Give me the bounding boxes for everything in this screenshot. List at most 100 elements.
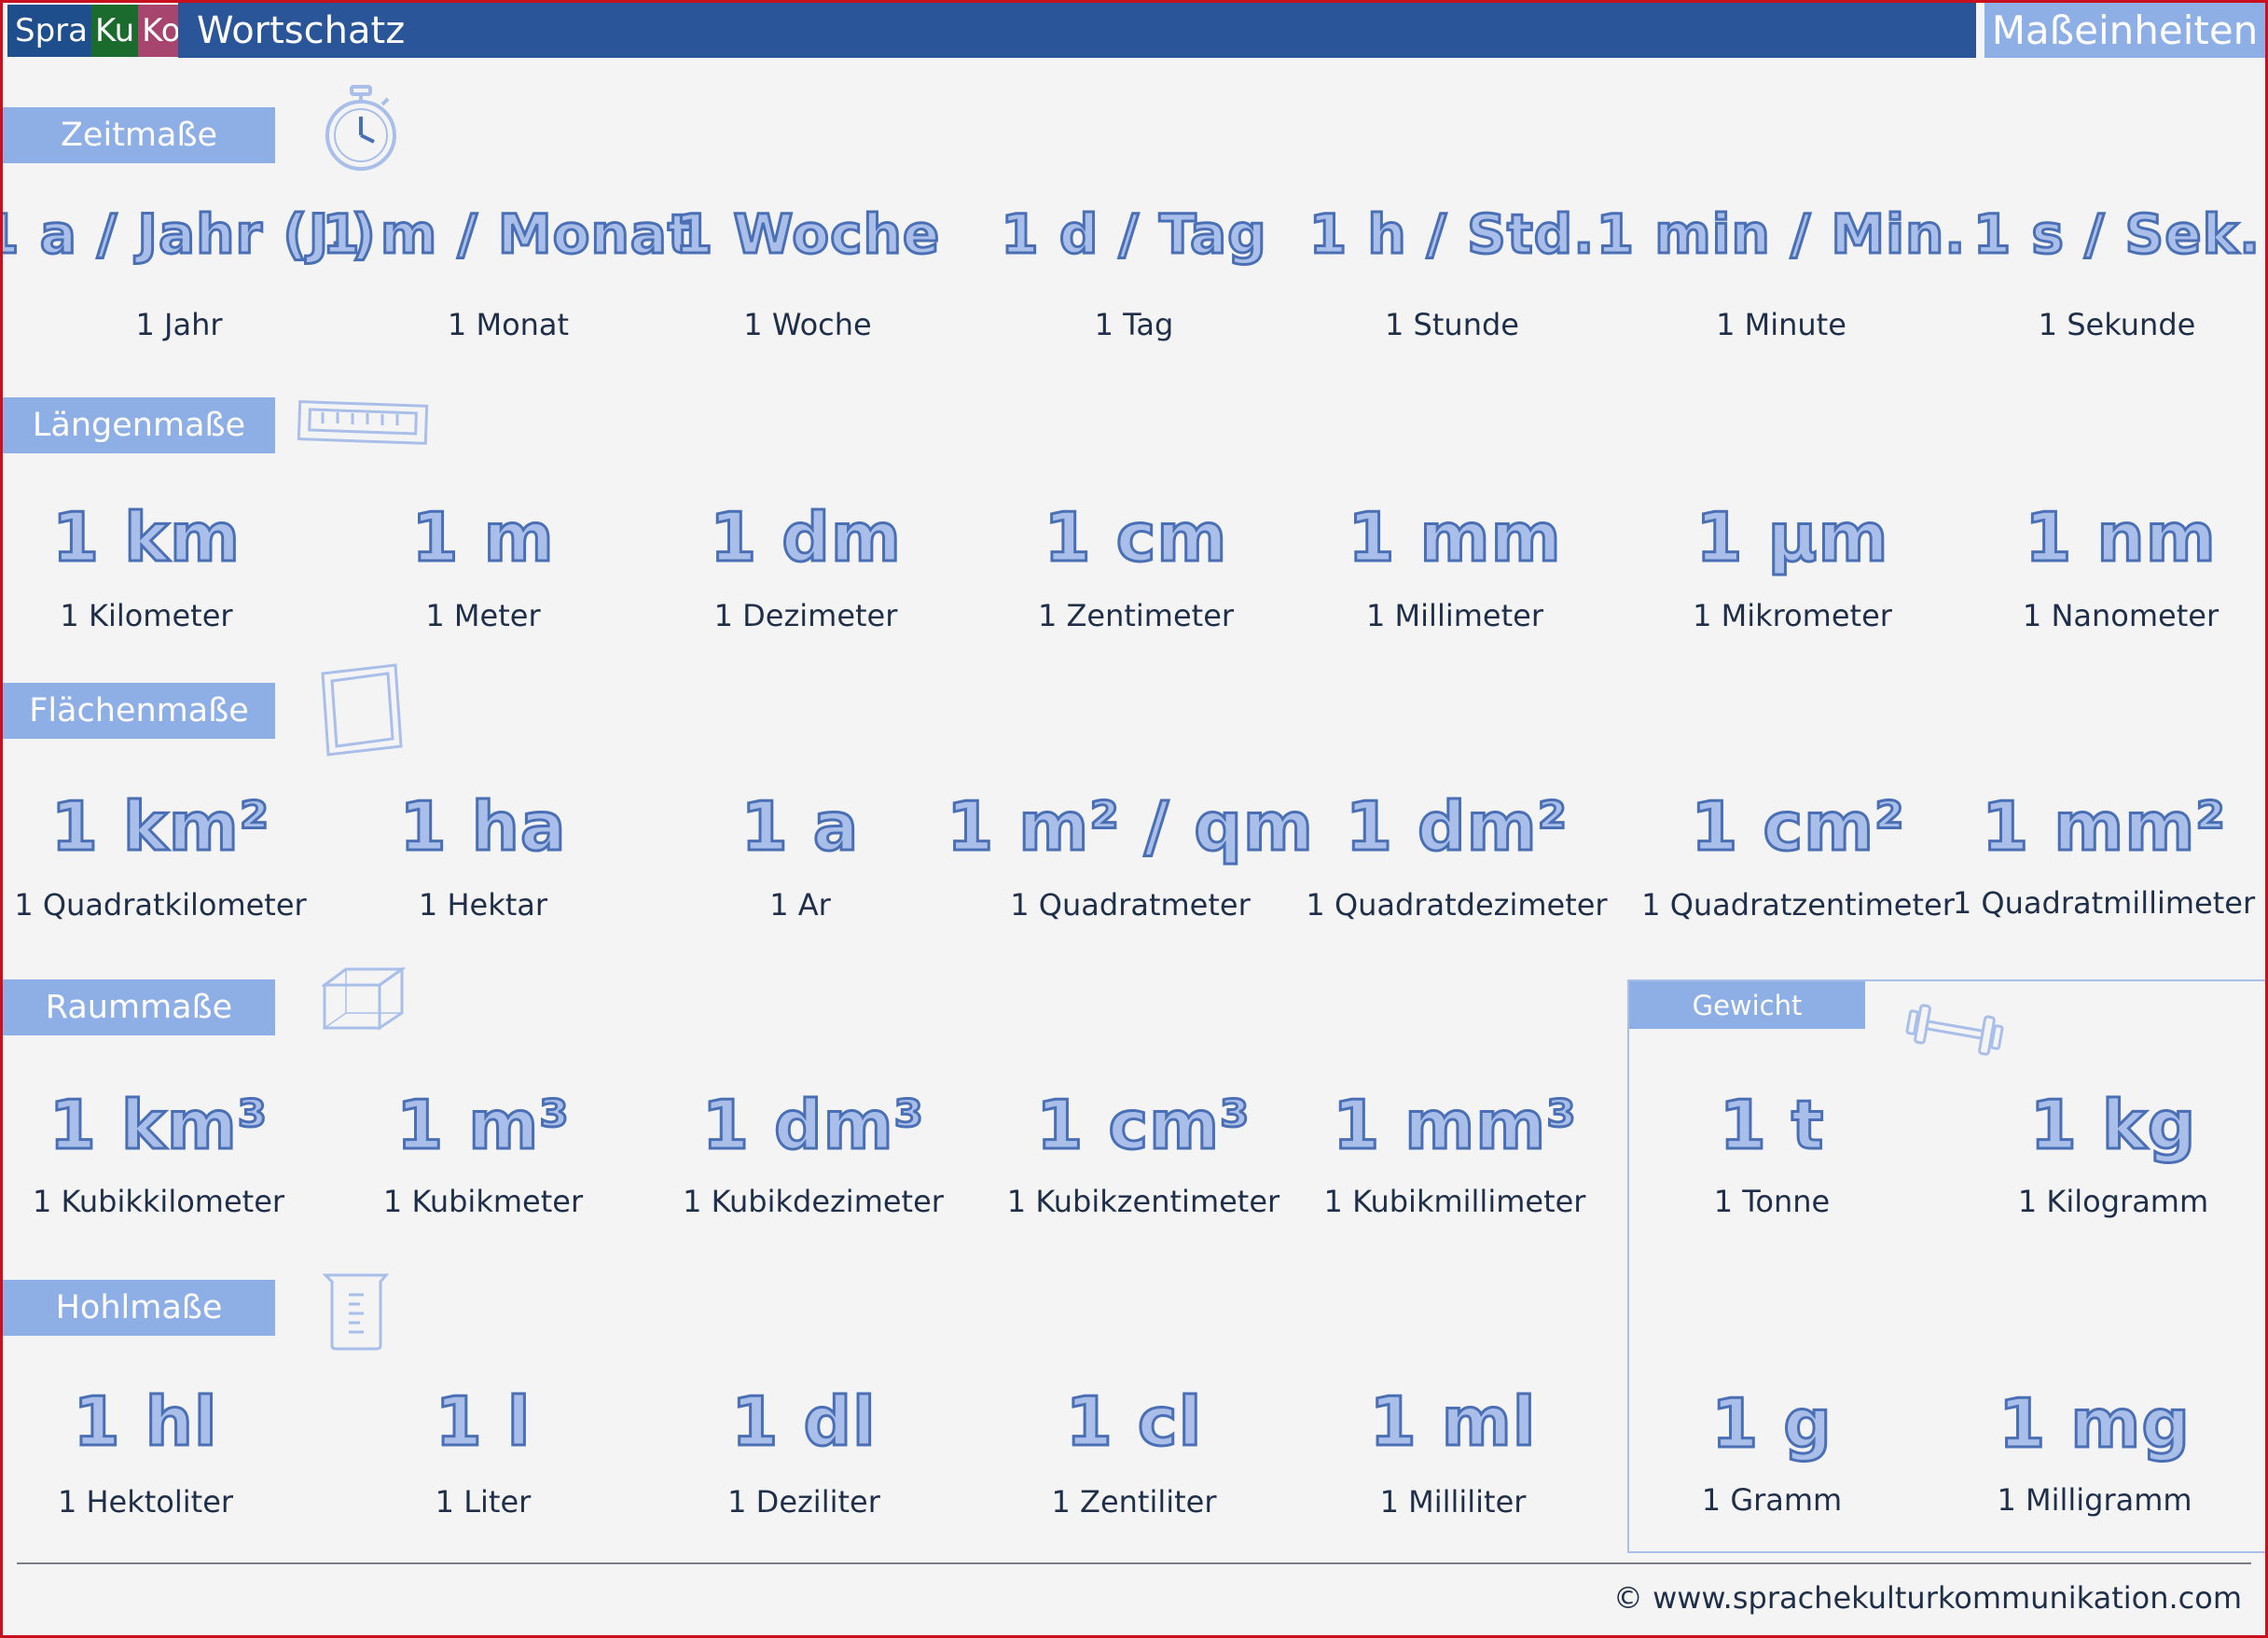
unit-zentiliter: 1 cl 1 Zentiliter xyxy=(1051,1387,1217,1520)
unit-symbol: 1 dl xyxy=(730,1382,877,1461)
section-label-zeitmasse: Zeitmaße xyxy=(3,107,275,163)
unit-symbol: 1 min / Min. xyxy=(1595,202,1967,266)
unit-name: 1 Millimeter xyxy=(1366,598,1543,633)
unit-symbol: 1 mm xyxy=(1347,498,1562,576)
square-icon xyxy=(319,662,405,757)
unit-name: 1 Kubikmeter xyxy=(382,1184,584,1219)
unit-name: 1 Dezimeter xyxy=(713,598,898,633)
unit-symbol: 1 mm² xyxy=(1981,787,2227,866)
unit-symbol: 1 a / Jahr (J.) xyxy=(0,202,377,266)
unit-monat: 1 m / Monat 1 Monat xyxy=(321,206,695,340)
unit-name: 1 Mikrometer xyxy=(1693,598,1892,633)
unit-name: 1 Quadratmeter xyxy=(1010,887,1251,923)
beaker-icon xyxy=(323,1270,390,1351)
copyright-link[interactable]: © www.sprachekulturkommunikation.com xyxy=(1613,1580,2242,1616)
section-label-hohlmasse: Hohlmaße xyxy=(3,1280,275,1336)
unit-name: 1 Tag xyxy=(1094,307,1174,342)
unit-gramm: 1 g 1 Gramm xyxy=(1701,1384,1843,1518)
unit-deziliter: 1 dl 1 Deziliter xyxy=(727,1382,880,1520)
unit-quadratdezimeter: 1 dm² 1 Quadratdezimeter xyxy=(1306,787,1608,923)
unit-symbol: 1 m xyxy=(410,498,555,576)
logo: Spra Ku Ko xyxy=(7,5,188,57)
unit-symbol: 1 µm xyxy=(1694,498,1889,576)
section-label-gewicht: Gewicht xyxy=(1629,981,1865,1029)
unit-quadratmillimeter: 1 mm² 1 Quadratmillimeter xyxy=(1952,787,2256,921)
unit-symbol: 1 mm³ xyxy=(1332,1086,1578,1164)
unit-symbol: 1 hl xyxy=(72,1382,218,1461)
ruler-icon xyxy=(297,399,431,448)
unit-symbol: 1 mg xyxy=(1998,1384,2192,1463)
unit-symbol: 1 t xyxy=(1718,1086,1825,1164)
unit-name: 1 Quadratzentimeter xyxy=(1641,887,1955,923)
unit-ar: 1 a 1 Ar xyxy=(740,787,860,923)
unit-name: 1 Tonne xyxy=(1713,1184,1831,1219)
unit-symbol: 1 dm xyxy=(709,498,903,576)
cube-icon xyxy=(322,966,406,1032)
unit-name: 1 Ar xyxy=(769,887,831,923)
unit-symbol: 1 dm³ xyxy=(700,1086,925,1164)
unit-name: 1 Meter xyxy=(425,598,541,633)
stopwatch-icon xyxy=(323,84,399,173)
unit-symbol: 1 cm² xyxy=(1690,787,1905,866)
unit-symbol: 1 dm² xyxy=(1344,787,1569,866)
unit-kubikdezimeter: 1 dm³ 1 Kubikdezimeter xyxy=(683,1086,944,1217)
unit-kilogramm: 1 kg 1 Kilogramm xyxy=(2018,1086,2208,1217)
page-title: Wortschatz xyxy=(178,3,1976,58)
unit-symbol: 1 a xyxy=(740,787,860,866)
unit-symbol: 1 km xyxy=(50,498,242,576)
unit-symbol: 1 cm³ xyxy=(1035,1086,1251,1164)
unit-symbol: 1 kg xyxy=(2028,1086,2197,1164)
unit-name: 1 Hektar xyxy=(418,887,548,923)
unit-kubikkilometer: 1 km³ 1 Kubikkilometer xyxy=(32,1086,285,1219)
unit-name: 1 Zentimeter xyxy=(1037,598,1235,633)
unit-sekunde: 1 s / Sek. 1 Sekunde xyxy=(1971,202,2261,342)
unit-name: 1 Kubikmillimeter xyxy=(1323,1184,1586,1219)
unit-woche: 1 Woche 1 Woche xyxy=(673,206,940,340)
unit-quadratkilometer: 1 km² 1 Quadratkilometer xyxy=(14,787,307,923)
unit-symbol: 1 km² xyxy=(49,787,270,866)
header: Spra Ku Ko Wortschatz Maßeinheiten xyxy=(3,3,2265,58)
unit-name: 1 Jahr xyxy=(135,307,223,342)
unit-symbol: 1 g xyxy=(1710,1384,1833,1463)
unit-name: 1 Quadratdezimeter xyxy=(1306,887,1608,923)
unit-kubikmillimeter: 1 mm³ 1 Kubikmillimeter xyxy=(1323,1086,1586,1219)
unit-name: 1 Quadratmillimeter xyxy=(1952,885,2256,921)
footer-divider xyxy=(17,1562,2251,1564)
unit-name: 1 Kubikzentimeter xyxy=(1006,1184,1280,1219)
unit-symbol: 1 ha xyxy=(398,787,567,866)
unit-tag: 1 d / Tag 1 Tag xyxy=(1000,206,1267,342)
unit-hektoliter: 1 hl 1 Hektoliter xyxy=(57,1382,234,1520)
unit-name: 1 Minute xyxy=(1716,307,1846,342)
unit-name: 1 Kubikkilometer xyxy=(32,1184,285,1219)
unit-name: 1 Zentiliter xyxy=(1051,1484,1217,1520)
unit-symbol: 1 cm xyxy=(1043,498,1228,576)
unit-name: 1 Nanometer xyxy=(2022,598,2220,633)
logo-part-ku: Ku xyxy=(90,5,139,57)
unit-name: 1 Deziliter xyxy=(727,1484,880,1520)
unit-hektar: 1 ha 1 Hektar xyxy=(398,787,567,923)
section-label-raummasse: Raummaße xyxy=(3,979,275,1035)
unit-name: 1 Hektoliter xyxy=(57,1484,234,1520)
unit-name: 1 Liter xyxy=(435,1484,532,1520)
unit-milligramm: 1 mg 1 Milligramm xyxy=(1997,1384,2192,1516)
unit-kubikmeter: 1 m³ 1 Kubikmeter xyxy=(382,1090,584,1219)
unit-name: 1 Sekunde xyxy=(2038,307,2196,342)
unit-name: 1 Quadratkilometer xyxy=(14,887,307,923)
section-label-laengenmasse: Längenmaße xyxy=(3,397,275,453)
unit-zentimeter: 1 cm 1 Zentimeter xyxy=(1037,498,1235,633)
unit-symbol: 1 s / Sek. xyxy=(1971,202,2261,266)
unit-symbol: 1 ml xyxy=(1368,1382,1537,1461)
unit-symbol: 1 km³ xyxy=(48,1086,269,1164)
unit-symbol: 1 nm xyxy=(2024,498,2217,576)
unit-symbol: 1 h / Std. xyxy=(1307,202,1596,266)
topic-tag: Maßeinheiten xyxy=(1984,3,2265,58)
unit-tonne: 1 t 1 Tonne xyxy=(1713,1086,1831,1219)
unit-meter: 1 m 1 Meter xyxy=(410,498,555,633)
logo-part-spra: Spra xyxy=(7,5,91,57)
unit-dezimeter: 1 dm 1 Dezimeter xyxy=(709,498,903,633)
unit-name: 1 Gramm xyxy=(1701,1482,1843,1518)
unit-name: 1 Stunde xyxy=(1385,307,1519,342)
unit-kilometer: 1 km 1 Kilometer xyxy=(50,498,242,633)
unit-name: 1 Milliliter xyxy=(1379,1484,1527,1520)
unit-name: 1 Kilometer xyxy=(60,598,233,633)
